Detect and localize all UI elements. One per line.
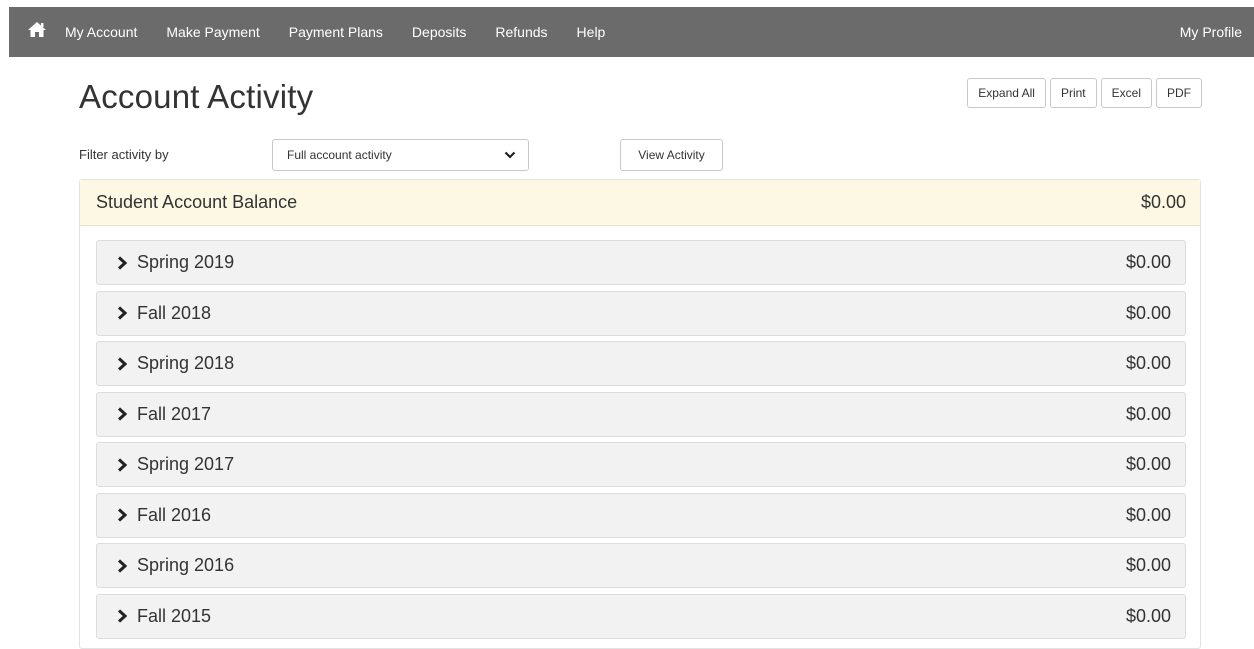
pdf-button[interactable]: PDF — [1156, 78, 1202, 108]
term-amount: $0.00 — [1125, 353, 1171, 373]
term-name: Spring 2019 — [137, 252, 235, 272]
term-name: Fall 2017 — [137, 403, 212, 424]
term-row[interactable]: Fall 2015 $0.00 — [96, 593, 1186, 639]
term-name: Spring 2017 — [137, 454, 235, 474]
chevron-right-icon — [117, 407, 131, 421]
print-button[interactable]: Print — [1049, 78, 1097, 108]
page-title: Account Activity — [79, 78, 314, 115]
term-name: Fall 2016 — [137, 504, 212, 525]
nav-my-account[interactable]: My Account — [65, 24, 137, 40]
account-balance-panel: Student Account Balance $0.00 Spring 201… — [79, 179, 1201, 649]
term-name: Spring 2016 — [137, 555, 235, 575]
term-amount: $0.00 — [1125, 605, 1171, 626]
term-row[interactable]: Spring 2016 $0.00 — [96, 543, 1186, 588]
term-row[interactable]: Spring 2018 $0.00 — [96, 341, 1186, 386]
term-row[interactable]: Fall 2017 $0.00 — [96, 391, 1186, 437]
view-activity-button[interactable]: View Activity — [620, 139, 723, 171]
chevron-right-icon — [117, 558, 131, 573]
term-amount: $0.00 — [1125, 252, 1171, 272]
filter-label: Filter activity by — [79, 147, 169, 162]
balance-amount: $0.00 — [1140, 192, 1186, 212]
filter-selected-value: Full account activity — [287, 148, 392, 162]
nav-deposits[interactable]: Deposits — [412, 24, 466, 40]
term-name: Fall 2018 — [137, 302, 212, 323]
chevron-right-icon — [117, 609, 131, 623]
term-name: Fall 2015 — [137, 605, 212, 626]
balance-header: Student Account Balance $0.00 — [80, 180, 1200, 226]
balance-label: Student Account Balance — [96, 192, 298, 212]
term-amount: $0.00 — [1125, 403, 1171, 424]
chevron-right-icon — [117, 356, 131, 371]
term-list: Spring 2019 $0.00 Fall 2018 $0.00 Spring… — [96, 240, 1186, 644]
nav-payment-plans[interactable]: Payment Plans — [289, 24, 383, 40]
nav-refunds[interactable]: Refunds — [495, 24, 547, 40]
export-actions: Expand All Print Excel PDF — [967, 78, 1202, 108]
term-amount: $0.00 — [1125, 555, 1171, 575]
term-row[interactable]: Fall 2018 $0.00 — [96, 290, 1186, 336]
activity-filter-select[interactable]: Full account activity — [272, 139, 529, 171]
nav-help[interactable]: Help — [577, 24, 606, 40]
home-icon — [27, 21, 47, 43]
term-row[interactable]: Spring 2017 $0.00 — [96, 442, 1186, 487]
chevron-right-icon — [117, 508, 131, 522]
nav-my-profile[interactable]: My Profile — [1180, 24, 1242, 40]
excel-button[interactable]: Excel — [1100, 78, 1152, 108]
chevron-right-icon — [117, 457, 131, 472]
chevron-right-icon — [117, 255, 131, 270]
term-amount: $0.00 — [1125, 454, 1171, 474]
chevron-down-icon — [504, 148, 516, 162]
expand-all-button[interactable]: Expand All — [967, 78, 1046, 108]
term-name: Spring 2018 — [137, 353, 235, 373]
term-amount: $0.00 — [1125, 302, 1171, 323]
term-row[interactable]: Spring 2019 $0.00 — [96, 240, 1186, 285]
term-amount: $0.00 — [1125, 504, 1171, 525]
term-row[interactable]: Fall 2016 $0.00 — [96, 492, 1186, 538]
nav-make-payment[interactable]: Make Payment — [166, 24, 259, 40]
home-button[interactable] — [9, 7, 65, 57]
chevron-right-icon — [117, 306, 131, 320]
top-navbar: My Account Make Payment Payment Plans De… — [9, 7, 1254, 57]
